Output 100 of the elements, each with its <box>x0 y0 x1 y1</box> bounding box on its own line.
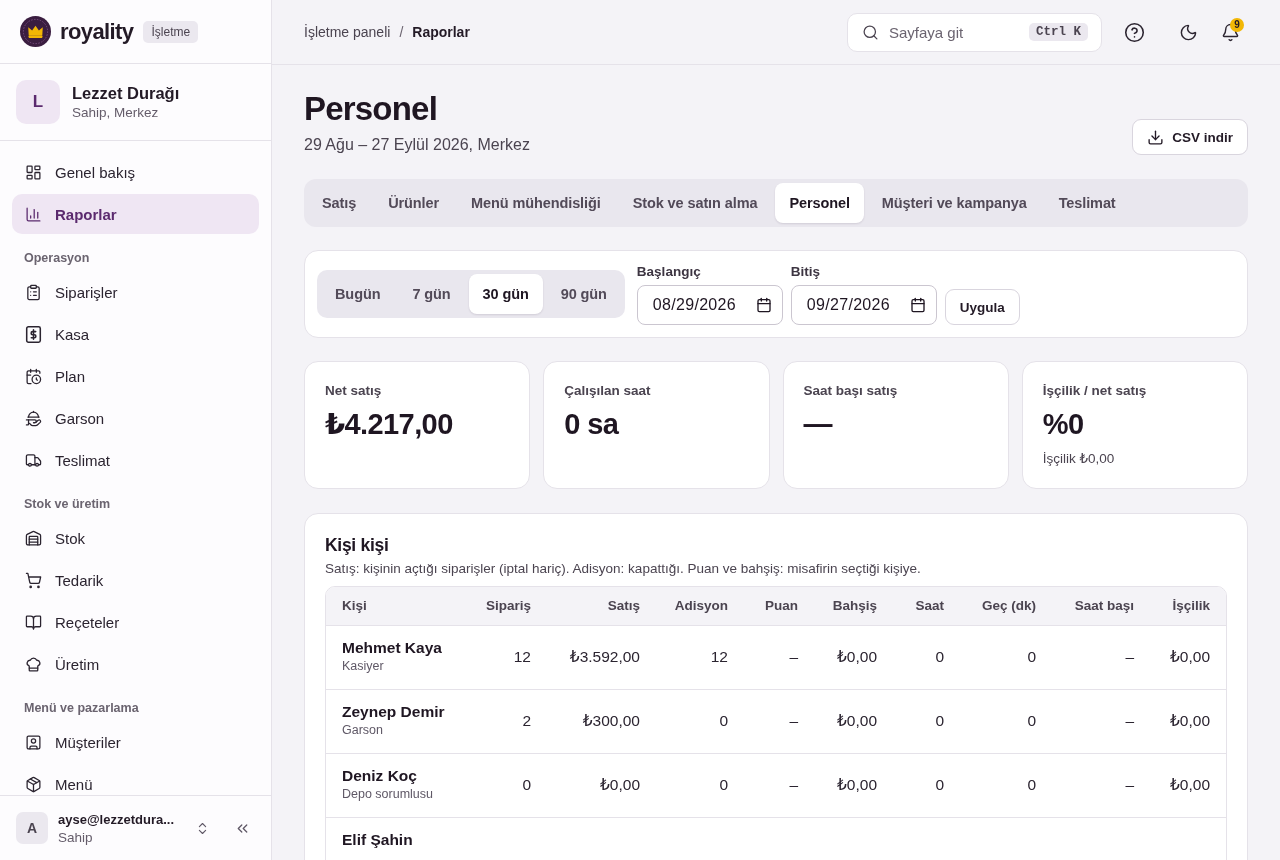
person-name: Zeynep Demir <box>342 701 445 722</box>
csv-download-button[interactable]: CSV indir <box>1132 119 1248 155</box>
table-cell: ₺0,00 <box>547 753 656 817</box>
kpi-note: İşçilik ₺0,00 <box>1042 450 1115 467</box>
period-option[interactable]: 7 gün <box>398 274 465 314</box>
report-tab[interactable]: Müşteri ve kampanya <box>867 183 1041 223</box>
workspace-badge: İşletme <box>143 20 199 43</box>
table-cell: 0 <box>960 689 1052 753</box>
kpi-value: 0 sa <box>564 407 619 441</box>
table-cell: ₺0,00 <box>1150 625 1226 689</box>
table-cell: 0 <box>893 753 960 817</box>
business-role: Sahip, Merkez <box>72 103 160 122</box>
sidebar-item[interactable]: Üretim <box>12 644 259 684</box>
column-header: Saat <box>893 587 960 625</box>
table-cell: – <box>1052 753 1150 817</box>
user-card-icon <box>25 733 42 751</box>
sidebar-item[interactable]: Menü <box>12 764 259 795</box>
moon-icon <box>1178 22 1198 42</box>
table-cell: 0 <box>656 689 744 753</box>
calendar-clock-icon <box>25 367 42 385</box>
table-cell: – <box>1052 625 1150 689</box>
table-cell: ₺0,00 <box>1150 753 1226 817</box>
nav-section-label: Operasyon <box>23 250 91 267</box>
table-cell: 0 <box>893 625 960 689</box>
period-option[interactable]: Bugün <box>321 274 395 314</box>
sidebar-item[interactable]: Siparişler <box>12 272 259 312</box>
dollar-icon <box>25 325 42 343</box>
dashboard-icon <box>25 163 42 181</box>
apply-button[interactable]: Uygula <box>944 289 1020 325</box>
table-cell: ₺0,00 <box>1150 689 1226 753</box>
brand-name: royality <box>60 18 134 45</box>
table-cell: ₺300,00 <box>547 689 656 753</box>
user-email: ayse@lezzetdura... <box>58 810 174 829</box>
table-cell: – <box>744 625 814 689</box>
date-field[interactable]: 09/27/2026 <box>790 285 937 325</box>
clipboard-icon <box>25 283 42 301</box>
report-tab[interactable]: Ürünler <box>374 183 454 223</box>
report-tab[interactable]: Stok ve satın alma <box>618 183 772 223</box>
kpi-label: İşçilik / net satış <box>1042 382 1147 399</box>
table-cell: – <box>744 753 814 817</box>
report-tab[interactable]: Satış <box>308 183 371 223</box>
warehouse-icon <box>25 529 42 547</box>
person-name: Deniz Koç <box>342 765 417 786</box>
column-header: Saat başı <box>1052 587 1150 625</box>
sidebar-item[interactable]: Plan <box>12 356 259 396</box>
sidebar-item[interactable]: Raporlar <box>12 194 259 234</box>
breadcrumb-link[interactable]: İşletme paneli <box>304 24 391 40</box>
nav-section-label: Stok ve üretim <box>23 496 112 513</box>
notifications-button[interactable]: 9 <box>1212 14 1248 50</box>
table-cell: 0 <box>960 625 1052 689</box>
table-cell: 12 <box>455 625 547 689</box>
sidebar-item[interactable]: Garson <box>12 398 259 438</box>
table-cell: ₺3.592,00 <box>547 625 656 689</box>
report-tab[interactable]: Personel <box>775 183 864 223</box>
person-role: Depo sorumlusu <box>342 785 433 803</box>
kpi-value: %0 <box>1042 407 1084 441</box>
sidebar-item[interactable]: Kasa <box>12 314 259 354</box>
search-icon <box>862 23 879 41</box>
section-title: Kişi kişi <box>325 534 390 556</box>
truck-icon <box>25 451 42 469</box>
person-role: Kasiyer <box>342 657 384 675</box>
period-option[interactable]: 30 gün <box>468 274 543 314</box>
table-cell: 0 <box>455 753 547 817</box>
kpi-label: Çalışılan saat <box>564 382 651 399</box>
crown-logo-icon <box>20 16 51 47</box>
serving-hand-icon <box>25 409 42 427</box>
chef-hat-icon <box>25 655 42 673</box>
kpi-value: ₺4.217,00 <box>325 407 453 441</box>
column-header: Puan <box>744 587 814 625</box>
user-avatar: A <box>16 812 48 844</box>
person-role: Garson <box>342 721 383 739</box>
package-icon <box>25 775 42 793</box>
business-avatar: L <box>16 80 60 124</box>
person-name: Mehmet Kaya <box>342 637 442 658</box>
page-title: Personel <box>304 89 438 129</box>
report-tab[interactable]: Menü mühendisliği <box>457 183 615 223</box>
sidebar-item[interactable]: Genel bakış <box>12 152 259 192</box>
notification-count: 9 <box>1230 18 1244 32</box>
column-header: Geç (dk) <box>960 587 1052 625</box>
kpi-label: Saat başı satış <box>803 382 898 399</box>
cart-icon <box>25 571 42 589</box>
book-icon <box>25 613 42 631</box>
report-tab[interactable]: Teslimat <box>1044 183 1130 223</box>
period-option[interactable]: 90 gün <box>546 274 621 314</box>
table-cell: ₺0,00 <box>814 689 893 753</box>
sidebar-item[interactable]: Tedarik <box>12 560 259 600</box>
sidebar-item[interactable]: Müşteriler <box>12 722 259 762</box>
user-role: Sahip <box>58 828 93 847</box>
sidebar-item[interactable]: Stok <box>12 518 259 558</box>
date-field[interactable]: 08/29/2026 <box>636 285 783 325</box>
bar-chart-icon <box>25 205 42 223</box>
table-cell: 0 <box>960 753 1052 817</box>
kpi-label: Net satış <box>325 382 382 399</box>
section-description: Satış: kişinin açtığı siparişler (iptal hariç). Adisyon: kapattığı. Puan ve bahşiş: misafirin seçtiği kişiye. <box>325 560 922 577</box>
nav-section-label: Menü ve pazarlama <box>23 700 140 717</box>
sidebar-item[interactable]: Reçeteler <box>12 602 259 642</box>
calendar-icon <box>755 297 772 313</box>
current-page-label: Raporlar <box>412 24 470 40</box>
sidebar-item[interactable]: Teslimat <box>12 440 259 480</box>
table-cell: 0 <box>893 689 960 753</box>
